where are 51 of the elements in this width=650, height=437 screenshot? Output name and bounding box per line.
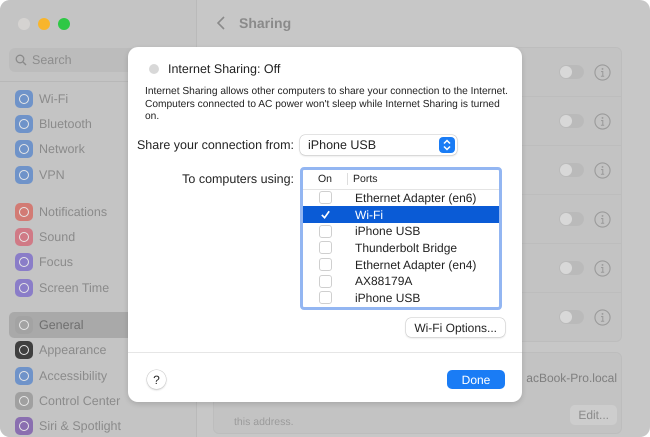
to-computers-label: To computers using: bbox=[181, 170, 295, 186]
table-row[interactable]: Thunderbolt Bridge bbox=[303, 240, 499, 256]
sidebar-item[interactable]: Siri & Spotlight bbox=[9, 414, 187, 437]
info-icon[interactable] bbox=[594, 308, 611, 326]
back-chevron-icon[interactable] bbox=[217, 16, 225, 30]
up-down-arrows-icon bbox=[439, 136, 455, 152]
info-icon[interactable] bbox=[594, 210, 611, 228]
sidebar-item[interactable]: Sound bbox=[9, 224, 187, 250]
toggle-switch[interactable] bbox=[559, 114, 584, 128]
table-row[interactable]: Ethernet Adapter (en4) bbox=[303, 256, 499, 273]
toggle-switch[interactable] bbox=[559, 310, 584, 324]
table-row[interactable]: Wi-Fi bbox=[303, 206, 499, 223]
table-row[interactable]: iPhone USB bbox=[303, 222, 499, 240]
table-cell: Wi-Fi bbox=[355, 208, 383, 222]
sidebar-item[interactable]: Appearance bbox=[9, 338, 187, 363]
sidebar-item[interactable]: Screen Time bbox=[9, 275, 187, 300]
ports-table[interactable]: On Ports Ethernet Adapter (en6) Wi-Fi iPhone USB Thunderbolt Bridge Ethernet Adapter (en4) AX88179A iPhone USB bbox=[300, 166, 502, 310]
toggle-switch[interactable] bbox=[559, 65, 584, 79]
table-cell: Thunderbolt Bridge bbox=[355, 240, 458, 255]
toggle-switch[interactable] bbox=[559, 163, 584, 177]
table-row[interactable]: Ethernet Adapter (en6) bbox=[303, 190, 499, 206]
wifi-options-button[interactable]: Wi-Fi Options... bbox=[406, 318, 505, 338]
toggle-switch[interactable] bbox=[559, 261, 584, 275]
info-icon[interactable] bbox=[594, 64, 611, 80]
window-title: Sharing bbox=[239, 15, 292, 31]
help-button[interactable]: ? bbox=[147, 370, 166, 390]
info-icon[interactable] bbox=[594, 260, 611, 276]
minimize-button[interactable] bbox=[38, 18, 50, 30]
table-cell: iPhone USB bbox=[355, 224, 420, 238]
description-text: Internet Sharing allows other computers to share your connection to the Internet. Computers connected to AC power won't sleep while Internet Sharing is turned on. bbox=[145, 86, 508, 124]
column-header: On bbox=[316, 173, 333, 185]
search-icon bbox=[15, 54, 27, 66]
share-from-popup[interactable]: iPhone USB bbox=[300, 134, 457, 154]
table-row[interactable]: iPhone USB bbox=[303, 290, 499, 306]
done-button[interactable]: Done bbox=[447, 370, 505, 390]
table-cell: Ethernet Adapter (en4) bbox=[355, 258, 476, 272]
sidebar-item[interactable]: Notifications bbox=[9, 199, 187, 224]
edit-button[interactable]: Edit... bbox=[570, 405, 617, 425]
info-icon[interactable] bbox=[594, 162, 611, 178]
share-from-label: Share your connection from: bbox=[136, 138, 295, 152]
hostname-text: acBook-Pro.local bbox=[526, 371, 617, 385]
column-header: Ports bbox=[347, 173, 378, 185]
table-cell: AX88179A bbox=[355, 274, 412, 288]
table-cell: Ethernet Adapter (en6) bbox=[355, 190, 476, 205]
table-cell: iPhone USB bbox=[355, 290, 420, 305]
info-icon[interactable] bbox=[594, 112, 611, 130]
sidebar-item[interactable]: Focus bbox=[9, 250, 187, 276]
zoom-button[interactable] bbox=[58, 18, 70, 30]
table-row[interactable]: AX88179A bbox=[303, 272, 499, 290]
toggle-switch[interactable] bbox=[559, 212, 584, 226]
sidebar-item[interactable]: Control Center bbox=[9, 388, 187, 414]
